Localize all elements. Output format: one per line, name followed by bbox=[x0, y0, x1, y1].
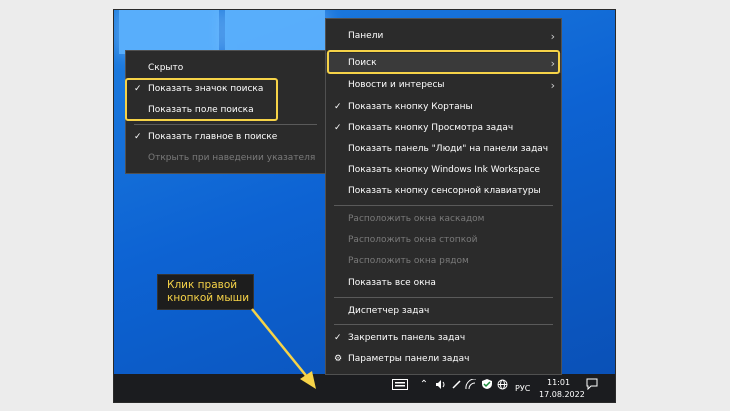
clock-time[interactable]: 11:01 bbox=[547, 378, 570, 387]
security-icon[interactable] bbox=[481, 377, 493, 391]
arrow-annotation bbox=[251, 308, 316, 389]
network-icon[interactable] bbox=[465, 377, 477, 391]
notification-icon[interactable] bbox=[586, 377, 598, 391]
keyboard-layout-icon[interactable] bbox=[392, 377, 408, 391]
speaker-icon[interactable] bbox=[434, 377, 446, 391]
chevron-up-icon[interactable]: ⌃ bbox=[418, 377, 430, 391]
language-indicator[interactable]: РУС bbox=[515, 384, 530, 393]
clock-date[interactable]: 17.08.2022 bbox=[539, 390, 585, 399]
pen-icon[interactable] bbox=[450, 377, 462, 391]
globe-icon[interactable] bbox=[496, 377, 508, 391]
